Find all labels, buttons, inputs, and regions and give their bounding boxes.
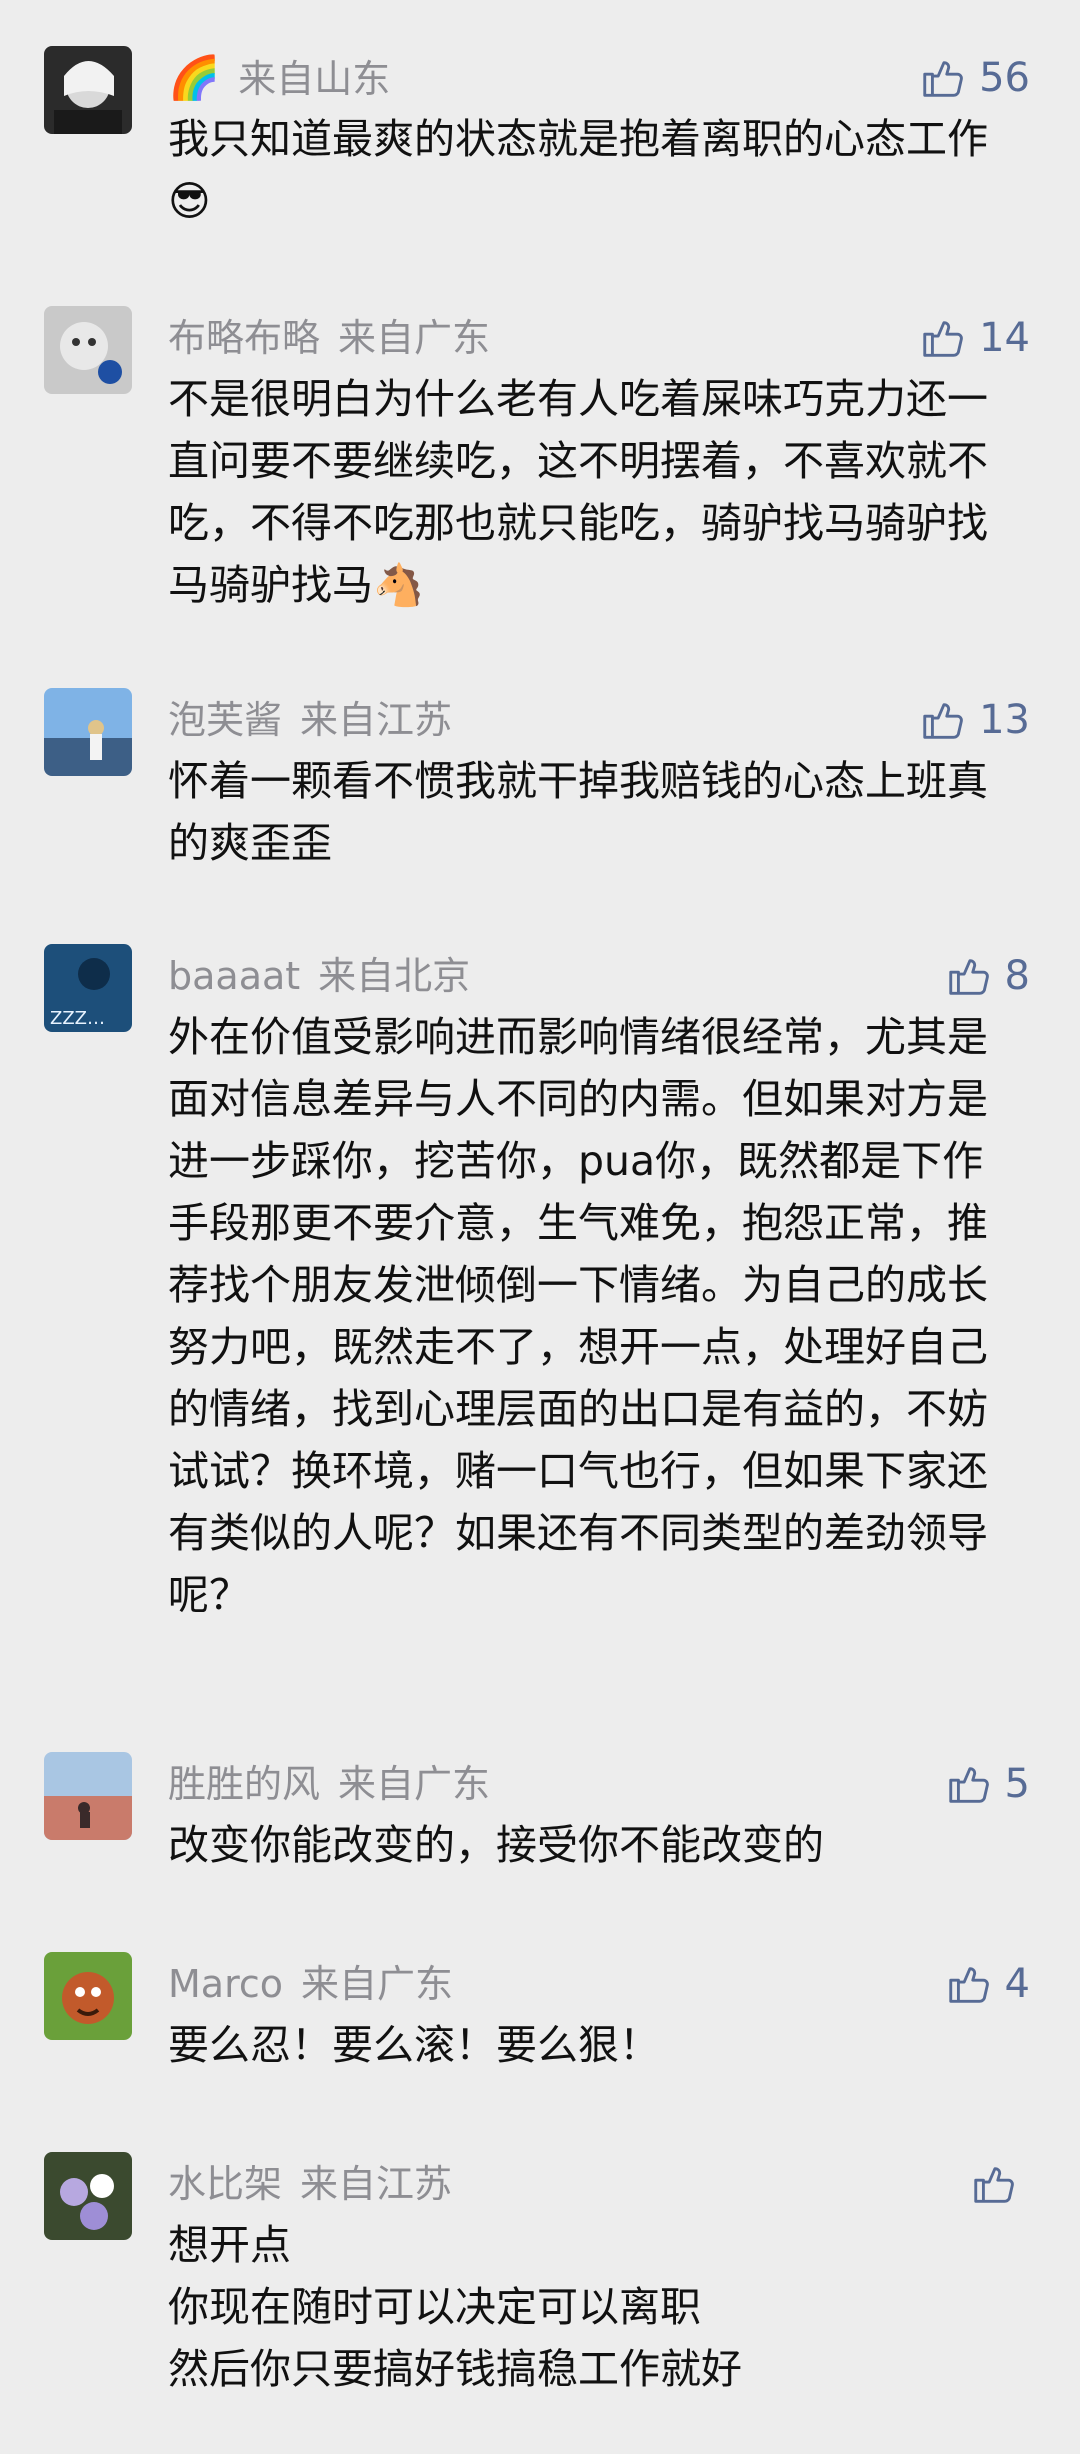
user-name[interactable]: 水比架 <box>168 2162 282 2206</box>
avatar[interactable]: ZZZ… <box>44 944 132 1032</box>
like-count: 5 <box>1004 1761 1030 1807</box>
avatar[interactable] <box>44 46 132 134</box>
thumbs-up-icon <box>945 1761 991 1807</box>
location-label: 来自江苏 <box>300 698 453 742</box>
thumbs-up-icon <box>945 953 991 999</box>
avatar[interactable] <box>44 2152 132 2240</box>
location-label: 来自广东 <box>338 316 491 360</box>
comment-text: 改变你能改变的，接受你不能改变的 <box>168 1821 824 1869</box>
comment-text: 我只知道最爽的状态就是抱着离职的心态工作😎 <box>168 115 988 225</box>
like-count: 13 <box>979 697 1030 743</box>
avatar[interactable] <box>44 1952 132 2040</box>
like-button[interactable]: 5 <box>945 1754 1030 1814</box>
like-count: 56 <box>979 55 1030 101</box>
avatar[interactable] <box>44 688 132 776</box>
svg-text:ZZZ…: ZZZ… <box>50 1008 105 1029</box>
like-button[interactable]: 14 <box>919 308 1030 368</box>
location-label: 来自广东 <box>338 1762 491 1806</box>
user-name[interactable]: 泡芙酱 <box>168 698 282 742</box>
avatar[interactable] <box>44 1752 132 1840</box>
location-label: 来自北京 <box>318 954 471 998</box>
thumbs-up-icon <box>919 697 965 743</box>
user-name[interactable]: 布略布略 <box>168 316 320 360</box>
location-label: 来自江苏 <box>300 2162 453 2206</box>
like-button[interactable]: 8 <box>945 946 1030 1006</box>
like-button[interactable]: 13 <box>919 690 1030 750</box>
comment-text: 要么忍！要么滚！要么狠！ <box>168 2021 660 2069</box>
like-count: 8 <box>1004 953 1030 999</box>
like-count: 14 <box>979 315 1030 361</box>
thumbs-up-icon <box>919 315 965 361</box>
comment-text: 不是很明白为什么老有人吃着屎味巧克力还一直问要不要继续吃，这不明摆着，不喜欢就不… <box>168 375 988 609</box>
user-name[interactable]: baaaat <box>168 954 300 998</box>
like-button[interactable]: 4 <box>945 1954 1030 2014</box>
avatar[interactable] <box>44 306 132 394</box>
user-name[interactable]: 胜胜的风 <box>168 1762 320 1806</box>
rainbow-flag: 🌈 <box>168 53 221 102</box>
comment-text: 想开点 你现在随时可以决定可以离职 然后你只要搞好钱搞稳工作就好 <box>168 2221 742 2393</box>
thumbs-up-icon <box>919 55 965 101</box>
location-label: 来自山东 <box>238 57 391 101</box>
thumbs-up-icon <box>945 1961 991 2007</box>
location-label: 来自广东 <box>301 1962 454 2006</box>
like-count: 4 <box>1004 1961 1030 2007</box>
comment-text: 怀着一颗看不惯我就干掉我赔钱的心态上班真的爽歪歪 <box>168 757 988 867</box>
like-button[interactable]: 56 <box>919 48 1030 108</box>
thumbs-up-icon <box>970 2161 1016 2207</box>
user-name[interactable]: Marco <box>168 1962 283 2006</box>
like-button[interactable] <box>970 2154 1030 2214</box>
comment-text: 外在价值受影响进而影响情绪很经常，尤其是面对信息差异与人不同的内需。但如果对方是… <box>168 1013 988 1619</box>
